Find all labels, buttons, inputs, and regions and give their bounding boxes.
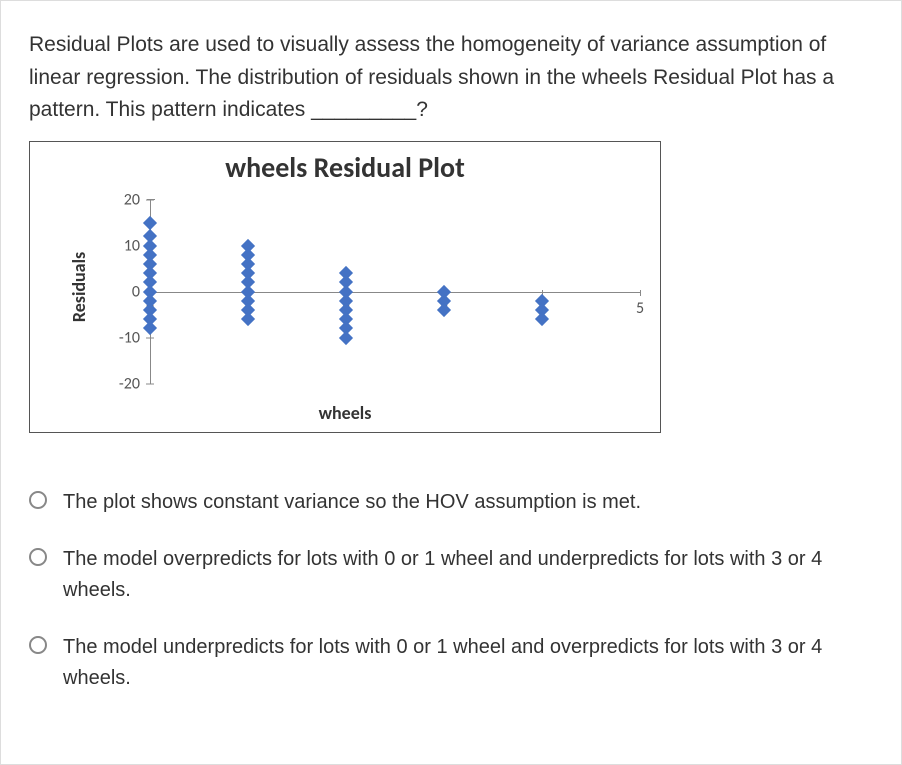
option-label: The model overpredicts for lots with 0 o… xyxy=(63,544,873,606)
y-axis-label: Residuals xyxy=(68,251,90,321)
answer-option[interactable]: The model underpredicts for lots with 0 … xyxy=(29,632,873,694)
radio-icon[interactable] xyxy=(29,491,47,509)
question-stem: Residual Plots are used to visually asse… xyxy=(29,29,873,127)
residual-plot-frame: wheels Residual Plot Residuals wheels -2… xyxy=(29,141,661,433)
y-tick-label: 20 xyxy=(100,190,140,209)
answer-option[interactable]: The model overpredicts for lots with 0 o… xyxy=(29,544,873,606)
data-point xyxy=(143,321,157,335)
data-point xyxy=(339,331,353,345)
answer-options: The plot shows constant variance so the … xyxy=(29,487,873,694)
y-tick-label: 10 xyxy=(100,236,140,255)
x-axis-line: 012345 xyxy=(150,292,640,293)
y-tick-label: 0 xyxy=(100,282,140,301)
question-card: Residual Plots are used to visually asse… xyxy=(0,0,902,765)
option-label: The model underpredicts for lots with 0 … xyxy=(63,632,873,694)
y-tick-label: -20 xyxy=(100,374,140,393)
radio-icon[interactable] xyxy=(29,636,47,654)
data-point xyxy=(143,216,157,230)
chart-title: wheels Residual Plot xyxy=(30,150,660,185)
x-tick-mark xyxy=(640,290,641,296)
y-tick-mark xyxy=(146,199,154,200)
x-tick-label: 5 xyxy=(636,299,644,318)
x-axis-label: wheels xyxy=(30,402,660,424)
radio-icon[interactable] xyxy=(29,548,47,566)
y-tick-label: -10 xyxy=(100,328,140,347)
option-label: The plot shows constant variance so the … xyxy=(63,487,641,518)
y-tick-mark xyxy=(146,337,154,338)
answer-option[interactable]: The plot shows constant variance so the … xyxy=(29,487,873,518)
plot-area: -20-1001020012345 xyxy=(150,200,640,384)
y-tick-mark xyxy=(146,383,154,384)
